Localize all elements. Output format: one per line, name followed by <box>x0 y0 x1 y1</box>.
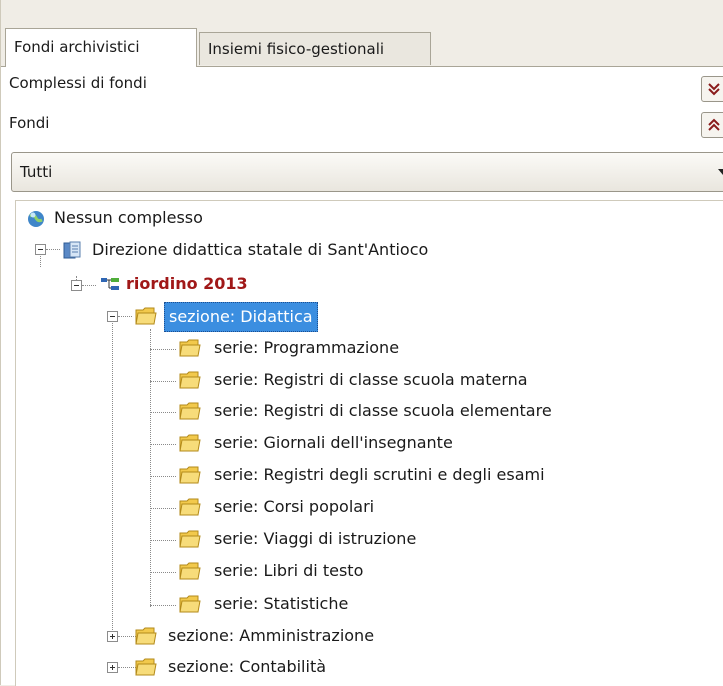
tree-connector <box>112 321 113 638</box>
tree-node-fondo[interactable]: Direzione didattica statale di Sant'Anti… <box>56 235 576 265</box>
tree-node-root[interactable]: Nessun complesso <box>16 203 416 233</box>
folder-icon <box>135 658 157 676</box>
folder-icon <box>179 595 201 613</box>
expand-toggle[interactable] <box>107 631 118 642</box>
tree-label: serie: Registri di classe scuola element… <box>214 401 552 420</box>
tree-node-riordino[interactable]: riordino 2013 <box>94 269 394 299</box>
tab-bar: Fondi archivistici Insiemi fisico-gestio… <box>1 20 723 67</box>
tree-label: serie: Giornali dell'insegnante <box>214 433 453 452</box>
tree-label: serie: Corsi popolari <box>214 497 375 516</box>
collapse-toggle[interactable] <box>71 280 82 291</box>
folder-icon <box>179 530 201 548</box>
tree-label: Direzione didattica statale di Sant'Anti… <box>92 240 429 259</box>
tree-connector <box>150 444 176 445</box>
tree-label: serie: Viaggi di istruzione <box>214 529 417 548</box>
tree-connector <box>150 605 176 606</box>
folder-icon <box>179 498 201 516</box>
tree-node-serie[interactable]: serie: Viaggi di istruzione <box>174 524 694 554</box>
tab-insiemi-fisico-gestionali[interactable]: Insiemi fisico-gestionali <box>199 32 431 65</box>
tab-fondi-archivistici[interactable]: Fondi archivistici <box>5 28 197 67</box>
tree-label: sezione: Amministrazione <box>168 626 375 645</box>
tree-node-serie[interactable]: serie: Registri degli scrutini e degli e… <box>174 460 714 490</box>
tree-label: serie: Libri di testo <box>214 561 364 580</box>
tree-node-serie[interactable]: serie: Programmazione <box>174 333 694 363</box>
tree-connector <box>150 540 176 541</box>
tree-connector <box>150 572 176 573</box>
collapse-all-icon <box>708 118 720 131</box>
archive-panel: Fondi archivistici Insiemi fisico-gestio… <box>0 0 723 686</box>
tree-connector <box>150 349 176 350</box>
dropdown-arrow-icon <box>718 169 723 175</box>
globe-icon <box>28 211 44 227</box>
tree-node-serie[interactable]: serie: Giornali dell'insegnante <box>174 428 694 458</box>
tree-node-serie[interactable]: serie: Statistiche <box>174 589 694 619</box>
collapse-toggle[interactable] <box>35 244 46 255</box>
tree-node-serie[interactable]: serie: Corsi popolari <box>174 492 694 522</box>
tree-connector <box>150 508 176 509</box>
tree-label: riordino 2013 <box>126 274 248 293</box>
tree-node-sezione-contabilita[interactable]: sezione: Contabilità <box>128 652 528 682</box>
expand-all-button[interactable] <box>701 76 723 102</box>
expand-toggle[interactable] <box>107 662 118 673</box>
folder-icon <box>179 466 201 484</box>
tree-label: serie: Statistiche <box>214 594 349 613</box>
tree-label: serie: Registri di classe scuola materna <box>214 370 528 389</box>
filter-selected-value: Tutti <box>20 163 53 181</box>
collapse-toggle[interactable] <box>107 311 118 322</box>
collapse-all-button[interactable] <box>701 112 723 138</box>
folder-icon <box>179 434 201 452</box>
tree-node-serie[interactable]: serie: Registri di classe scuola element… <box>174 396 714 426</box>
tree-connector <box>150 412 176 413</box>
folder-icon <box>179 562 201 580</box>
tree-label: serie: Programmazione <box>214 338 400 357</box>
tree-connector <box>150 476 176 477</box>
folder-icon <box>135 627 157 645</box>
tree-node-sezione-amministrazione[interactable]: sezione: Amministrazione <box>128 621 528 651</box>
archive-tree: Nessun complesso Direzione didattica sta… <box>15 200 723 686</box>
folder-icon <box>179 402 201 420</box>
tree-label: sezione: Contabilità <box>168 657 327 676</box>
tree-label: Nessun complesso <box>54 208 203 227</box>
tree-node-serie[interactable]: serie: Registri di classe scuola materna <box>174 365 694 395</box>
folder-icon <box>179 371 201 389</box>
complessi-label: Complessi di fondi <box>9 74 147 92</box>
folder-icon <box>135 307 157 325</box>
fondi-label: Fondi <box>9 114 50 132</box>
archive-icon <box>63 241 81 259</box>
tree-node-serie[interactable]: serie: Libri di testo <box>174 556 694 586</box>
filter-select[interactable]: Tutti <box>11 152 723 192</box>
folder-icon <box>179 339 201 357</box>
tree-connector <box>150 329 151 607</box>
tree-connector <box>150 381 176 382</box>
hierarchy-icon <box>101 278 119 290</box>
tree-node-sezione-didattica[interactable]: sezione: Didattica <box>128 301 388 332</box>
expand-all-icon <box>708 83 720 96</box>
tree-label-selected: sezione: Didattica <box>164 302 318 332</box>
top-band <box>1 0 723 21</box>
tree-label: serie: Registri degli scrutini e degli e… <box>214 465 545 484</box>
